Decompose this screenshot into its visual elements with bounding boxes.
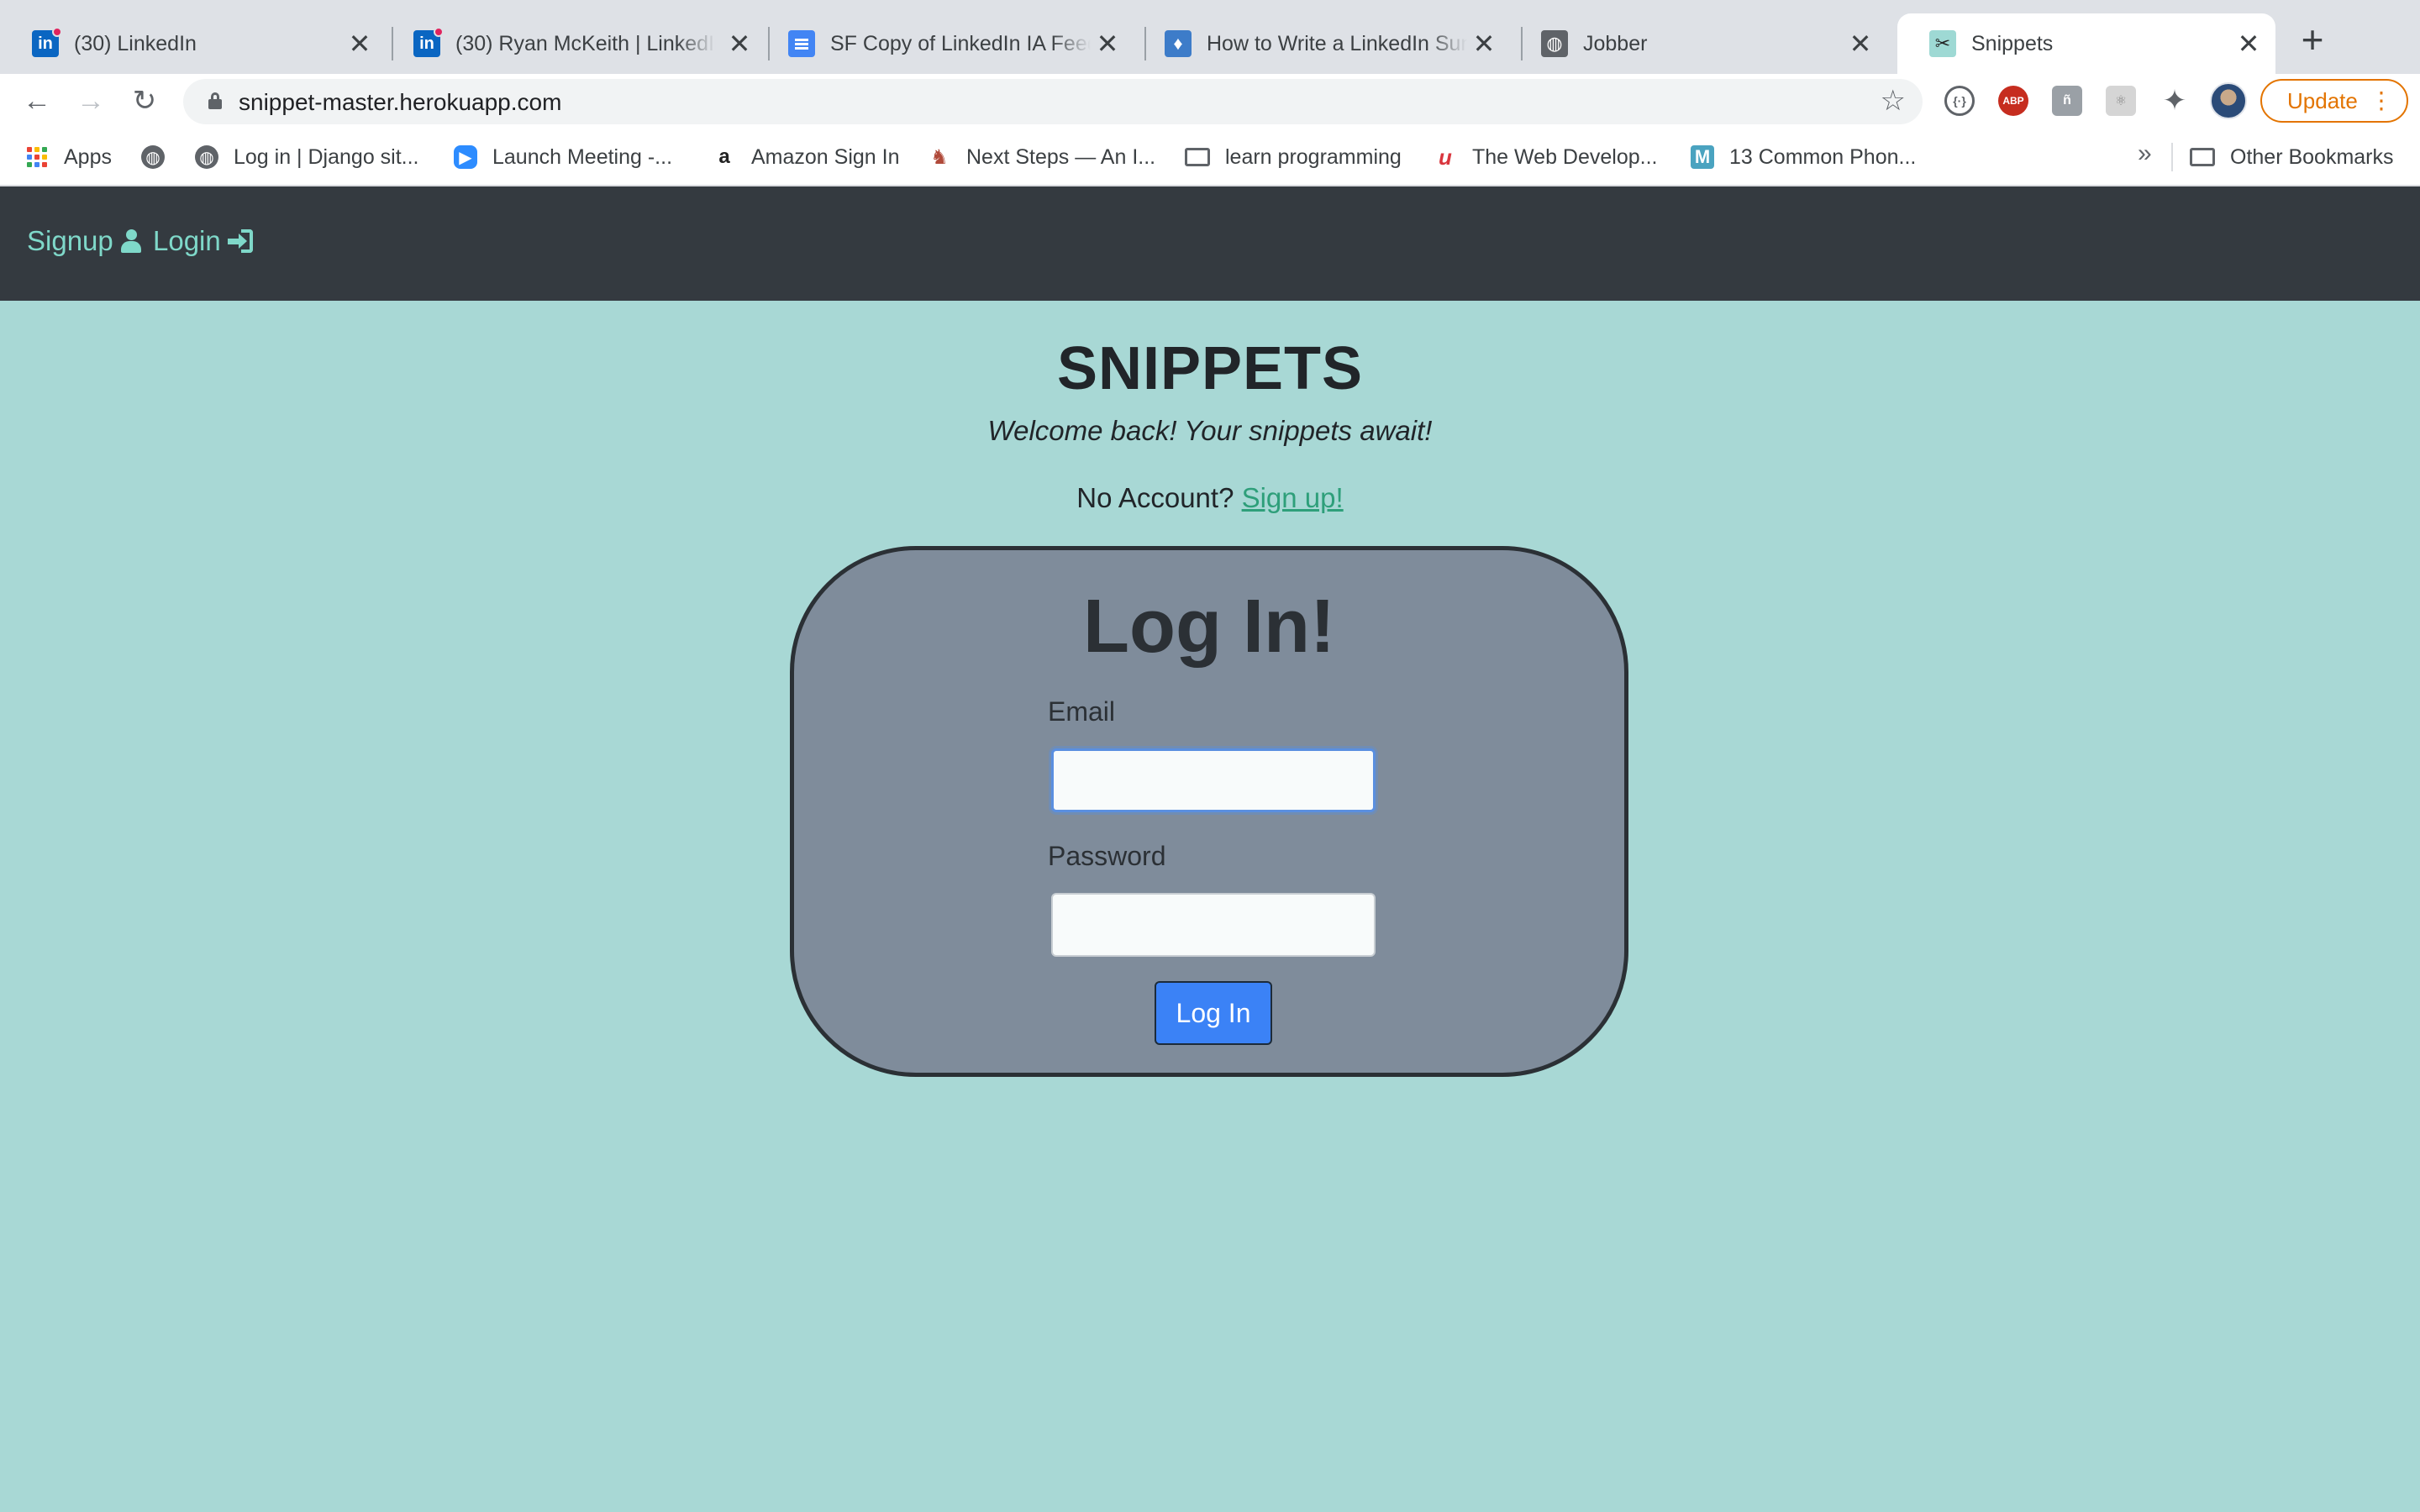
bookmarks-overflow-icon[interactable]: » [2138, 139, 2152, 168]
globe-icon: ◍ [195, 145, 218, 169]
person-icon: ♞ [930, 145, 949, 169]
bookmark-web-developer[interactable]: u The Web Develop... [1434, 141, 1657, 173]
adblock-plus-icon[interactable]: ABP [1998, 86, 2028, 116]
linkedin-icon: in [32, 27, 62, 57]
signup-link[interactable]: Sign up! [1242, 482, 1344, 513]
tab-linkedin[interactable]: in (30) LinkedIn ✕ [0, 13, 387, 74]
tab-title: Jobber [1583, 31, 1648, 55]
page-tagline: Welcome back! Your snippets await! [987, 415, 1433, 446]
browser-toolbar: ← → ↻ snippet-master.herokuapp.com ☆ {·}… [0, 74, 2420, 128]
profile-avatar[interactable] [2210, 82, 2247, 119]
bookmarks-divider [2171, 143, 2173, 171]
user-icon [120, 229, 142, 253]
back-arrow-icon[interactable]: ← [17, 81, 57, 121]
site-navbar: Signup Login [0, 186, 2420, 301]
tab-sf-copy[interactable]: SF Copy of LinkedIn IA Feed ✕ [756, 13, 1134, 74]
login-submit-button[interactable]: Log In [1155, 981, 1272, 1045]
nav-login-link[interactable]: Login [153, 225, 253, 257]
update-label: Update [2287, 87, 2358, 113]
google-docs-icon [788, 30, 815, 57]
bookmark-label: learn programming [1225, 144, 1402, 169]
tab-ryan-mckeith[interactable]: in (30) Ryan McKeith | LinkedIn ✕ [381, 13, 766, 74]
extension-react-icon[interactable]: ⚛ [2106, 86, 2136, 116]
no-account-prompt: No Account? Sign up! [0, 482, 2420, 514]
tab-title: SF Copy of LinkedIn IA Feed [830, 31, 1091, 55]
password-field[interactable] [1051, 893, 1376, 957]
tab-title: How to Write a LinkedIn Summary [1207, 31, 1467, 55]
medium-icon: M [1691, 145, 1714, 169]
password-label: Password [1048, 841, 1166, 871]
extension-code-icon[interactable]: {·} [1944, 86, 1975, 116]
tie-icon: ♦ [1165, 30, 1192, 57]
url-text[interactable]: snippet-master.herokuapp.com [239, 89, 561, 116]
tab-title: (30) Ryan McKeith | LinkedIn [455, 31, 716, 55]
bookmark-label: Other Bookmarks [2230, 144, 2394, 169]
apps-grid-icon [25, 145, 49, 169]
bookmark-label: Amazon Sign In [751, 144, 900, 169]
close-icon[interactable]: ✕ [345, 29, 375, 59]
update-button[interactable]: Update ⋮ [2260, 79, 2408, 123]
linkedin-icon: in [413, 27, 444, 57]
bookmark-common-phones[interactable]: M 13 Common Phon... [1691, 141, 1916, 173]
close-icon[interactable]: ✕ [1469, 29, 1499, 59]
bookmark-label: Launch Meeting -... [492, 144, 673, 169]
bookmark-next-steps[interactable]: ♞ Next Steps — An I... [928, 141, 1155, 173]
bookmark-apps[interactable]: Apps [25, 141, 112, 173]
close-icon[interactable]: ✕ [1845, 29, 1876, 59]
new-tab-button[interactable]: + [2292, 20, 2333, 60]
forward-arrow-icon[interactable]: → [71, 81, 111, 121]
bookmark-label: The Web Develop... [1472, 144, 1658, 169]
udemy-icon: u [1439, 144, 1452, 170]
bookmark-label: 13 Common Phon... [1729, 144, 1917, 169]
tab-linkedin-summary[interactable]: ♦ How to Write a LinkedIn Summary ✕ [1133, 13, 1511, 74]
bookmark-label: Apps [64, 144, 112, 169]
address-bar[interactable]: snippet-master.herokuapp.com ☆ [183, 79, 1923, 124]
no-account-text: No Account? [1076, 482, 1234, 513]
tab-jobber[interactable]: ◍ Jobber ✕ [1509, 13, 1887, 74]
zoom-icon: ▶ [454, 145, 477, 169]
bookmark-star-icon[interactable]: ☆ [1881, 84, 1906, 118]
bookmark-folder-learn-programming[interactable]: learn programming [1185, 141, 1402, 173]
nav-login-label: Login [153, 225, 221, 256]
bookmark-amazon[interactable]: a Amazon Sign In [713, 141, 900, 173]
amazon-icon: a [718, 145, 730, 168]
page-title: SNIPPETS [1056, 335, 1364, 402]
login-card: Log In! Email Password Log In [790, 546, 1628, 1077]
bookmark-zoom-meeting[interactable]: ▶ Launch Meeting -... [454, 141, 672, 173]
notification-dot [434, 27, 444, 37]
reload-icon[interactable]: ↻ [124, 81, 165, 121]
browser-tab-strip: in (30) LinkedIn ✕ in (30) Ryan McKeith … [0, 0, 2420, 74]
login-heading: Log In! [1083, 585, 1335, 669]
bookmark-label: Next Steps — An I... [966, 144, 1156, 169]
tab-title: Snippets [1971, 31, 2054, 55]
close-icon[interactable]: ✕ [2233, 29, 2264, 59]
notification-dot [52, 27, 62, 37]
more-vertical-icon[interactable]: ⋮ [2370, 87, 2393, 114]
nav-signup-link[interactable]: Signup [27, 225, 142, 257]
close-icon[interactable]: ✕ [1092, 29, 1123, 59]
extension-icon[interactable]: ñ [2052, 86, 2082, 116]
email-label: Email [1048, 696, 1116, 727]
nav-signup-label: Signup [27, 225, 113, 256]
lock-icon[interactable] [208, 92, 222, 109]
bookmark-globe[interactable]: ◍ [141, 141, 180, 173]
bookmarks-bar: Apps ◍ ◍ Log in | Django sit... ▶ Launch… [0, 128, 2420, 186]
sign-in-icon [227, 229, 253, 253]
bookmark-label: Log in | Django sit... [234, 144, 419, 169]
scissors-icon: ✂ [1929, 30, 1956, 57]
email-field[interactable] [1051, 748, 1376, 812]
globe-icon: ◍ [1541, 30, 1568, 57]
bookmark-other-bookmarks[interactable]: Other Bookmarks [2190, 141, 2394, 173]
tab-snippets[interactable]: ✂ Snippets ✕ [1897, 13, 2275, 74]
globe-icon: ◍ [141, 145, 165, 169]
close-icon[interactable]: ✕ [724, 29, 755, 59]
folder-icon [1185, 148, 1210, 166]
extensions-puzzle-icon[interactable]: ✦ [2160, 85, 2190, 117]
folder-icon [2190, 148, 2215, 166]
tab-title: (30) LinkedIn [74, 31, 197, 55]
bookmark-django-login[interactable]: ◍ Log in | Django sit... [195, 141, 419, 173]
